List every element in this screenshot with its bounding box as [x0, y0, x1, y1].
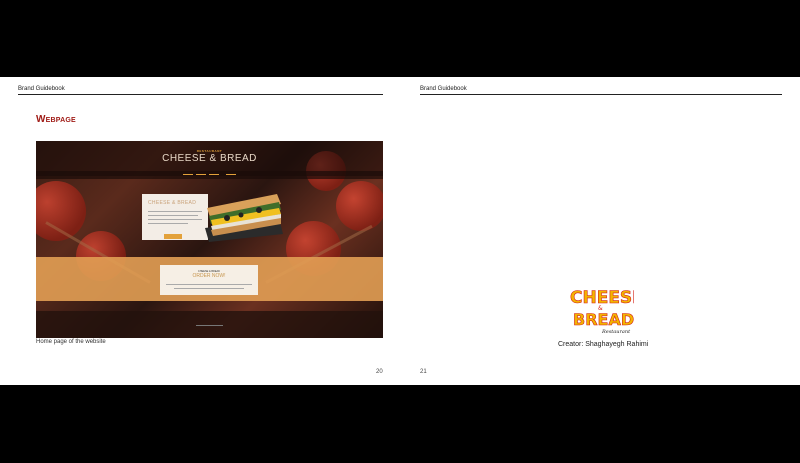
creator-credit: Creator: Shaghayegh Rahimi — [558, 341, 649, 348]
right-page: Brand Guidebook CHEESE & BREAD Restauran… — [400, 77, 800, 385]
site-footer — [36, 311, 383, 338]
card-button — [164, 234, 182, 239]
site-intro-card: CHEESE & BREAD — [142, 194, 208, 240]
sandwich-image — [205, 194, 283, 242]
svg-text:BREAD: BREAD — [573, 310, 634, 329]
website-screenshot: RESTAURANT CHEESE & BREAD CHEESE & BREAD — [36, 141, 383, 338]
header-rule — [420, 94, 782, 95]
order-title: ORDER NOW! — [192, 273, 226, 279]
site-brand: CHEESE & BREAD — [162, 153, 257, 164]
order-card: CHEESE & BREAD ORDER NOW! — [160, 265, 258, 295]
site-nav — [36, 171, 383, 179]
running-header: Brand Guidebook — [18, 86, 65, 92]
header-rule — [18, 94, 383, 95]
card-title: CHEESE & BREAD — [148, 200, 197, 206]
left-page: Brand Guidebook Webpage RESTAURANT CHEES… — [0, 77, 400, 385]
page-number: 21 — [420, 369, 427, 375]
figure-caption: Home page of the website — [36, 339, 106, 345]
book-spread: Brand Guidebook Webpage RESTAURANT CHEES… — [0, 77, 800, 385]
page-number: 20 — [376, 369, 383, 375]
section-title: Webpage — [36, 114, 76, 125]
brand-logo: CHEESE & BREAD Restaurant — [570, 288, 634, 335]
svg-text:Restaurant: Restaurant — [601, 329, 631, 335]
running-header: Brand Guidebook — [420, 86, 467, 92]
